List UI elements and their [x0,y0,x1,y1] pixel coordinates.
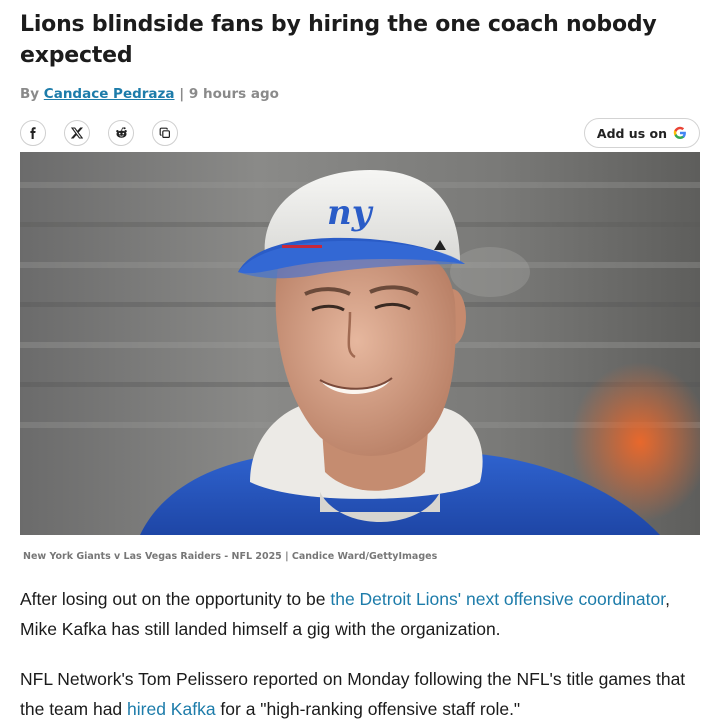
byline-separator: | [179,86,184,102]
p2-link[interactable]: hired Kafka [127,699,216,719]
coach-photo: ny [20,152,700,535]
byline: By Candace Pedraza | 9 hours ago [20,86,700,106]
facebook-icon [27,127,39,139]
x-icon [71,127,83,139]
body-paragraph-2: NFL Network's Tom Pelissero reported on … [20,664,700,724]
hero-image: ny [20,152,700,535]
article-headline: Lions blindside fans by hiring the one c… [20,0,700,71]
publish-time: 9 hours ago [189,86,279,102]
byline-prefix: By [20,86,39,102]
author-link[interactable]: Candace Pedraza [44,86,175,102]
reddit-icon [115,127,128,139]
facebook-share-button[interactable] [20,120,46,146]
copy-icon [159,127,171,139]
add-us-on-google-button[interactable]: Add us on [584,118,700,148]
share-bar: Add us on [20,120,700,150]
p2-text-after: for a "high-ranking offensive staff role… [216,699,521,719]
google-icon [671,126,687,140]
copy-link-button[interactable] [152,120,178,146]
p1-link[interactable]: the Detroit Lions' next offensive coordi… [330,589,665,609]
p1-text-before: After losing out on the opportunity to b… [20,589,330,609]
reddit-share-button[interactable] [108,120,134,146]
image-caption: New York Giants v Las Vegas Raiders - NF… [23,551,437,562]
cap-logo: ny [327,193,374,233]
article-header: Lions blindside fans by hiring the one c… [20,0,700,150]
body-paragraph-1: After losing out on the opportunity to b… [20,584,700,644]
add-us-label: Add us on [597,126,667,141]
x-share-button[interactable] [64,120,90,146]
